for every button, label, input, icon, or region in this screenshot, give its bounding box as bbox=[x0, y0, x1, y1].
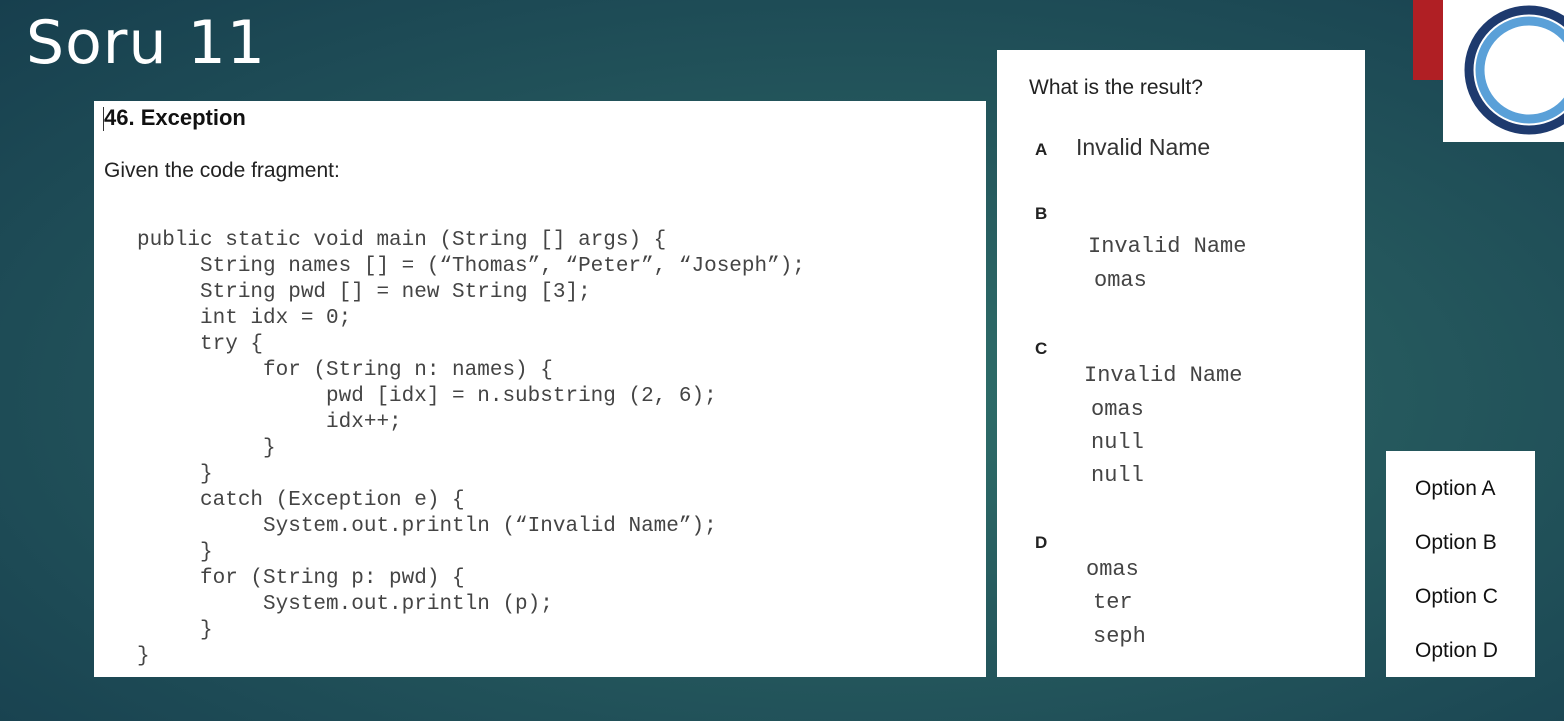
option-b-letter: B bbox=[1035, 204, 1048, 223]
code-line: pwd [idx] = n.substring (2, 6); bbox=[137, 385, 717, 408]
code-line: System.out.println (“Invalid Name”); bbox=[137, 515, 717, 538]
option-b-line: Invalid Name bbox=[1088, 234, 1247, 259]
result-question: What is the result? bbox=[1029, 76, 1203, 99]
option-c-letter: C bbox=[1035, 339, 1048, 358]
option-a-line: Invalid Name bbox=[1076, 134, 1211, 160]
option-a-letter: A bbox=[1035, 140, 1048, 159]
code-line: System.out.println (p); bbox=[137, 593, 553, 616]
code-line: int idx = 0; bbox=[137, 307, 352, 330]
code-line: try { bbox=[137, 333, 264, 356]
ring-logo-icon bbox=[1464, 5, 1564, 135]
code-line: idx++; bbox=[137, 411, 402, 434]
option-c-button[interactable]: Option C bbox=[1415, 585, 1498, 609]
option-b-line: omas bbox=[1094, 268, 1147, 293]
question-heading: 46. Exception bbox=[104, 105, 246, 130]
option-d-letter: D bbox=[1035, 533, 1048, 552]
code-line: String names [] = (“Thomas”, “Peter”, “J… bbox=[137, 255, 805, 278]
code-fragment: public static void main (String [] args)… bbox=[137, 228, 805, 670]
option-c-line: null bbox=[1091, 430, 1144, 455]
code-line: } bbox=[137, 541, 213, 564]
red-accent-bar bbox=[1413, 0, 1447, 80]
question-intro: Given the code fragment: bbox=[104, 159, 340, 182]
code-line: } bbox=[137, 437, 276, 460]
code-line: } bbox=[137, 463, 213, 486]
code-line: } bbox=[137, 645, 150, 668]
code-line: } bbox=[137, 619, 213, 642]
question-panel: 46. Exception Given the code fragment: p… bbox=[94, 101, 986, 677]
choices-panel: Option A Option B Option C Option D bbox=[1386, 451, 1535, 677]
option-c-line: null bbox=[1091, 463, 1144, 488]
slide-title: Soru 11 bbox=[26, 8, 266, 78]
code-line: catch (Exception e) { bbox=[137, 489, 465, 512]
answers-panel: What is the result? A Invalid Name B Inv… bbox=[997, 50, 1365, 677]
code-line: public static void main (String [] args)… bbox=[137, 229, 667, 252]
code-line: for (String n: names) { bbox=[137, 359, 553, 382]
code-line: String pwd [] = new String [3]; bbox=[137, 281, 591, 304]
option-a-button[interactable]: Option A bbox=[1415, 477, 1496, 501]
option-d-line: ter bbox=[1093, 590, 1133, 615]
option-b-button[interactable]: Option B bbox=[1415, 531, 1497, 555]
option-c-line: omas bbox=[1091, 397, 1144, 422]
option-d-button[interactable]: Option D bbox=[1415, 639, 1498, 663]
option-d-line: seph bbox=[1093, 624, 1146, 649]
option-d-line: omas bbox=[1086, 557, 1139, 582]
logo bbox=[1443, 0, 1564, 142]
option-c-line: Invalid Name bbox=[1084, 363, 1243, 388]
code-line: for (String p: pwd) { bbox=[137, 567, 465, 590]
